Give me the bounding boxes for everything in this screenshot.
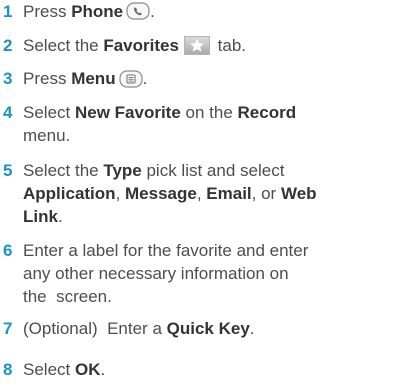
bold-term: Type bbox=[103, 161, 142, 180]
text-run: , or bbox=[251, 184, 281, 203]
step-text-line: Press Phone. bbox=[23, 0, 398, 23]
step-number: 8 bbox=[3, 360, 13, 379]
text-run: menu. bbox=[23, 126, 71, 145]
step-text-line: (Optional) Enter a Quick Key. bbox=[23, 317, 398, 340]
step-1: 1 Press Phone. bbox=[0, 0, 405, 23]
step-text-line: menu. bbox=[23, 124, 398, 147]
step-text: Select the Type pick list and select Appl… bbox=[23, 159, 398, 228]
text-run: the screen. bbox=[23, 287, 112, 306]
text-run: . bbox=[57, 207, 63, 226]
bold-term: Application bbox=[23, 184, 116, 203]
step-text: Press Phone. bbox=[23, 0, 398, 23]
text-run: , bbox=[115, 184, 126, 203]
step-text-line: Select the Favorites tab. bbox=[23, 34, 398, 57]
text-run: (Optional) Enter a bbox=[23, 319, 167, 338]
bold-term: New Favorite bbox=[74, 103, 181, 122]
step-number: 3 bbox=[3, 69, 13, 88]
bold-term: Favorites bbox=[103, 36, 179, 55]
bold-term: Email bbox=[206, 184, 252, 203]
step-number: 4 bbox=[3, 103, 13, 122]
bold-term: Menu bbox=[71, 69, 116, 88]
step-number: 2 bbox=[3, 36, 13, 55]
text-run: Press bbox=[23, 69, 72, 88]
step-text: Enter a label for the favorite and enter… bbox=[23, 239, 398, 308]
step-3: 3 Press Menu. bbox=[0, 67, 405, 90]
step-text-line: the screen. bbox=[23, 285, 398, 308]
text-run: Select bbox=[23, 103, 75, 122]
text-run: pick list and select bbox=[141, 161, 285, 180]
step-7: 7 (Optional) Enter a Quick Key. bbox=[0, 317, 405, 340]
text-run: tab. bbox=[212, 36, 247, 55]
step-text-line: Select New Favorite on the Record bbox=[23, 101, 398, 124]
bold-term: Record bbox=[237, 103, 297, 122]
bold-term: Web bbox=[280, 184, 317, 203]
text-run: . bbox=[100, 360, 106, 379]
favorites-star-icon bbox=[183, 36, 210, 56]
bold-term: Quick Key bbox=[166, 319, 250, 338]
step-5: 5 Select the Type pick list and select App… bbox=[0, 159, 405, 228]
text-run: . bbox=[142, 69, 148, 88]
text-run: any other necessary information on bbox=[23, 264, 289, 283]
step-2: 2 Select the Favorites tab. bbox=[0, 34, 405, 57]
text-run: . bbox=[150, 2, 155, 21]
step-8: 8 Select OK. bbox=[0, 358, 405, 381]
phone-icon bbox=[126, 2, 150, 20]
step-text-line: Select the Type pick list and select bbox=[23, 159, 398, 182]
bold-term: Link bbox=[23, 207, 58, 226]
text-run: Select the bbox=[23, 161, 104, 180]
step-6: 6 Enter a label for the favorite and ente… bbox=[0, 239, 405, 308]
step-text-line: Select OK. bbox=[23, 358, 398, 381]
step-text: Select New Favorite on the Record menu. bbox=[23, 101, 398, 147]
text-run: on the bbox=[180, 103, 238, 122]
menu-icon bbox=[118, 69, 143, 88]
text-run: , bbox=[196, 184, 207, 203]
step-number: 5 bbox=[3, 161, 13, 180]
text-run: Enter a label for the favorite and enter bbox=[23, 241, 309, 260]
step-text: Select the Favorites tab. bbox=[23, 34, 398, 57]
step-text-line: Press Menu. bbox=[23, 67, 398, 90]
step-4: 4 Select New Favorite on the Record menu. bbox=[0, 101, 405, 147]
bold-term: Phone bbox=[71, 2, 124, 21]
text-run: Select the bbox=[23, 36, 104, 55]
step-number: 1 bbox=[3, 2, 13, 21]
text-run: . bbox=[249, 319, 255, 338]
bold-term: Message bbox=[125, 184, 197, 203]
step-text: (Optional) Enter a Quick Key. bbox=[23, 317, 398, 340]
step-text: Select OK. bbox=[23, 358, 398, 381]
text-run: Press bbox=[23, 2, 72, 21]
step-text-line: any other necessary information on bbox=[23, 262, 398, 285]
step-text: Press Menu. bbox=[23, 67, 398, 90]
step-text-line: Application, Message, Email, or Web bbox=[23, 182, 398, 205]
bold-term: OK bbox=[74, 360, 101, 379]
step-text-line: Enter a label for the favorite and enter bbox=[23, 239, 398, 262]
step-number: 6 bbox=[3, 241, 13, 260]
step-number: 7 bbox=[3, 319, 13, 338]
step-text-line: Link. bbox=[23, 205, 398, 228]
text-run: Select bbox=[23, 360, 75, 379]
